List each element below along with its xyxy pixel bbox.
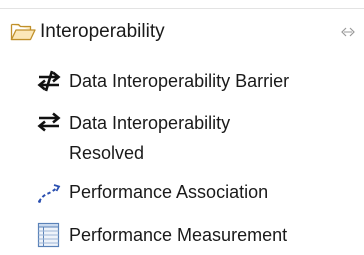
- tool-label: Data Interoperability Barrier: [69, 71, 290, 91]
- tool-performance-association[interactable]: Performance Association: [0, 176, 364, 210]
- open-folder-icon: [10, 22, 36, 42]
- tool-palette: Interoperability Data Interoperability B…: [0, 0, 364, 255]
- tool-label: Performance Association: [69, 182, 269, 202]
- measurement-table-icon: [36, 222, 62, 248]
- tool-data-interoperability-resolved[interactable]: Data Interoperability Resolved: [0, 104, 364, 170]
- tool-data-interoperability-barrier[interactable]: Data Interoperability Barrier: [0, 64, 364, 98]
- drawer-label: Interoperability: [40, 21, 165, 42]
- collapse-arrows-icon[interactable]: [340, 25, 356, 37]
- tool-label: Performance Measurement: [69, 225, 288, 245]
- drawer-header-interoperability[interactable]: Interoperability: [0, 9, 364, 55]
- tool-label: Data Interoperability Resolved: [69, 113, 231, 163]
- resolved-arrows-icon: [36, 109, 62, 135]
- barrier-arrows-icon: [36, 68, 62, 94]
- tool-performance-measurement[interactable]: Performance Measurement: [0, 218, 364, 252]
- dashed-association-icon: [36, 180, 62, 206]
